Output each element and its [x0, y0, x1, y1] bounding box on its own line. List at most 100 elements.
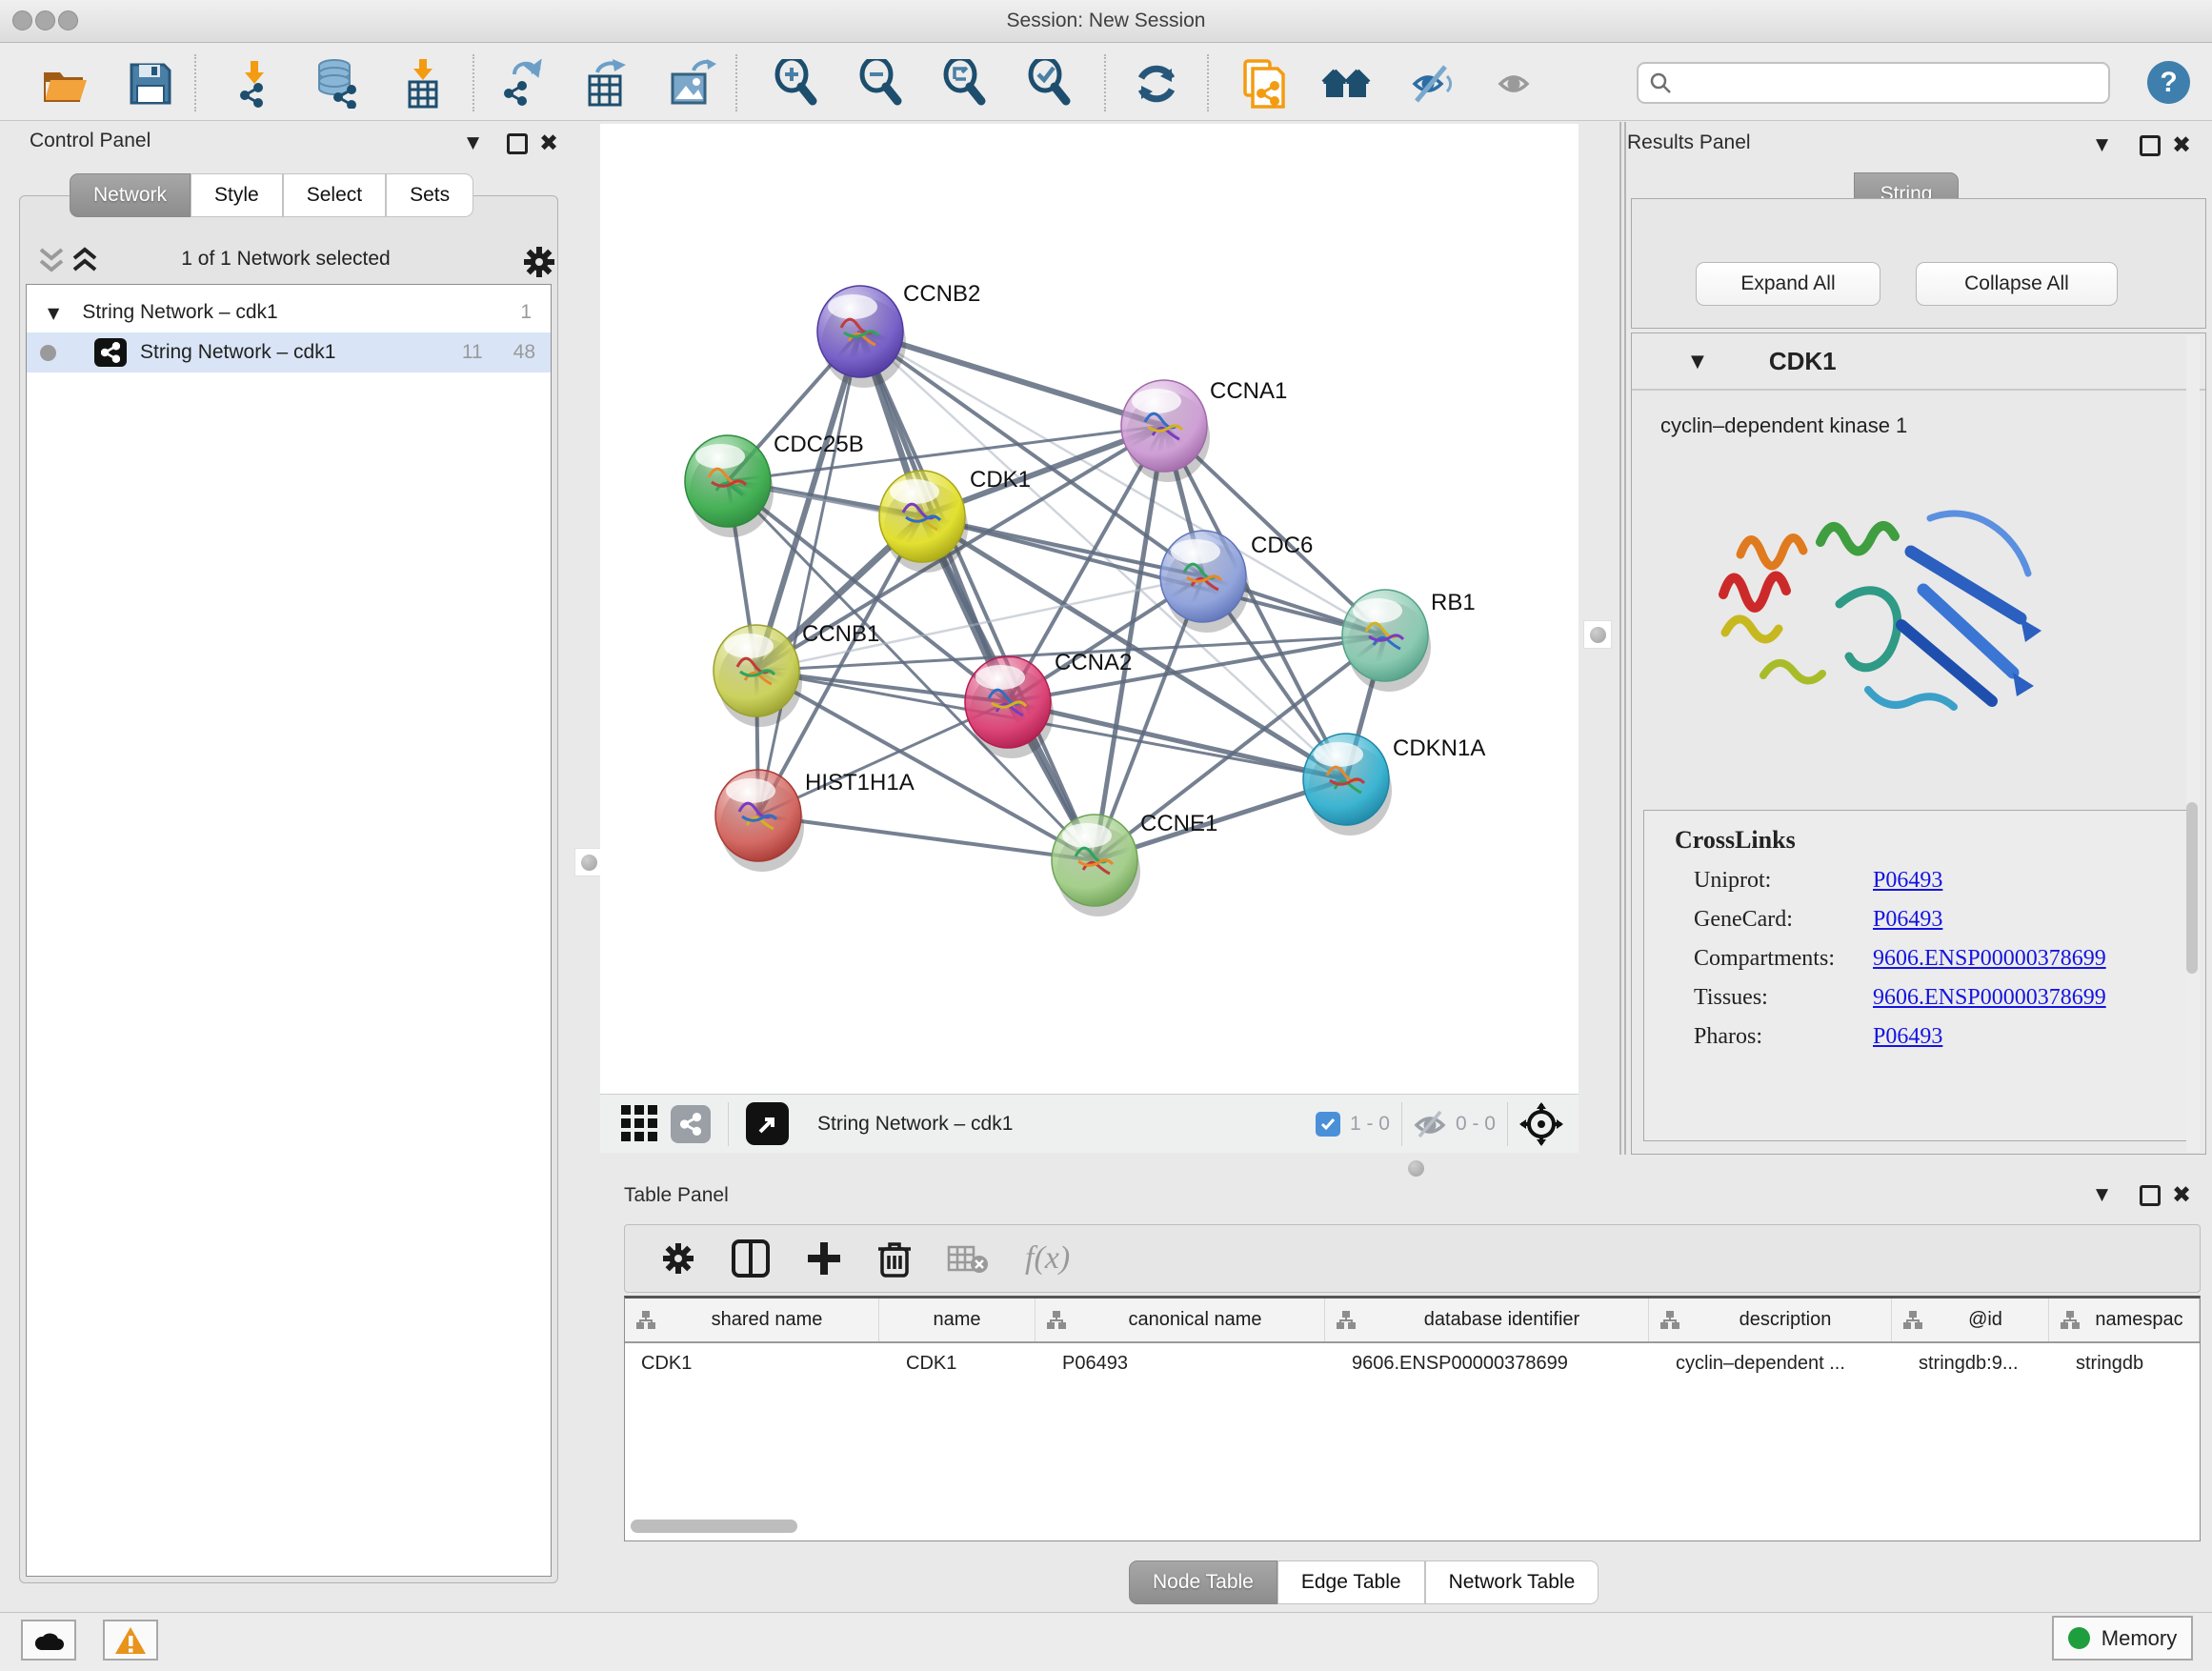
column-header-description[interactable]: description	[1649, 1299, 1892, 1341]
tab-sets[interactable]: Sets	[386, 173, 473, 217]
node-CCNB2[interactable]: CCNB2	[817, 281, 980, 388]
cloud-button[interactable]	[21, 1620, 76, 1661]
column-header-shared-name[interactable]: shared name	[625, 1299, 879, 1341]
gene-name: CDK1	[1769, 347, 1837, 376]
column-header-name[interactable]: name	[879, 1299, 1036, 1341]
cell-database-identifier[interactable]: 9606.ENSP00000378699	[1325, 1353, 1649, 1375]
table-panel-float-button[interactable]: ▼	[2096, 1185, 2108, 1204]
node-CCNA2[interactable]: CCNA2	[965, 650, 1132, 758]
table-horizontal-scrollbar[interactable]	[631, 1520, 2193, 1535]
network-row[interactable]: String Network – cdk1 11 48	[27, 332, 551, 372]
network-share-view-icon[interactable]	[671, 1105, 711, 1143]
open-session-icon[interactable]	[39, 59, 89, 109]
gene-collapse-icon[interactable]: ▼	[1691, 352, 1704, 372]
cell-description[interactable]: cyclin–dependent ...	[1649, 1353, 1892, 1375]
table-splitter-handle[interactable]	[1408, 1160, 1424, 1177]
window-title: Session: New Session	[0, 10, 2212, 32]
node-CCNE1[interactable]: CCNE1	[1052, 811, 1217, 916]
network-collection-row[interactable]: ▼ String Network – cdk1 1	[27, 292, 551, 332]
search-field[interactable]	[1637, 62, 2110, 104]
crosslink-link[interactable]: P06493	[1873, 907, 1942, 933]
show-columns-icon[interactable]	[732, 1239, 770, 1278]
table-panel-close-button[interactable]: ✖	[2172, 1181, 2191, 1208]
zoom-in-icon[interactable]	[774, 59, 824, 109]
delete-column-icon[interactable]	[878, 1239, 911, 1278]
tab-style[interactable]: Style	[191, 173, 283, 217]
cell-namespac[interactable]: stringdb	[2049, 1353, 2200, 1375]
tab-network-table[interactable]: Network Table	[1425, 1560, 1599, 1604]
table-options-gear-icon[interactable]	[661, 1241, 695, 1276]
column-header-@id[interactable]: @id	[1892, 1299, 2049, 1341]
control-panel-float-button[interactable]: ▼	[467, 133, 479, 152]
results-splitter[interactable]	[1619, 122, 1626, 1155]
save-session-icon[interactable]	[126, 59, 175, 109]
show-all-icon[interactable]	[1489, 59, 1538, 109]
crosslink-link[interactable]: P06493	[1873, 868, 1942, 894]
crosslink-link[interactable]: P06493	[1873, 1024, 1942, 1050]
import-network-icon[interactable]	[230, 59, 279, 109]
crosslink-link[interactable]: 9606.ENSP00000378699	[1873, 985, 2106, 1011]
edge-CDK1-RB1[interactable]	[922, 516, 1385, 635]
collapse-all-button[interactable]: Collapse All	[1916, 262, 2118, 306]
grid-view-icon[interactable]	[621, 1105, 659, 1143]
zoom-selected-icon[interactable]	[1028, 59, 1077, 109]
open-in-window-icon[interactable]	[746, 1102, 789, 1145]
birds-eye-view-icon[interactable]	[1519, 1102, 1563, 1146]
tab-edge-table[interactable]: Edge Table	[1277, 1560, 1425, 1604]
hide-selected-icon[interactable]	[1405, 59, 1455, 109]
export-table-icon[interactable]	[582, 59, 632, 109]
node-RB1[interactable]: RB1	[1342, 590, 1476, 692]
cell-shared-name[interactable]: CDK1	[625, 1353, 879, 1375]
selected-checkbox-icon[interactable]	[1316, 1112, 1340, 1137]
node-table[interactable]: shared namenamecanonical namedatabase id…	[624, 1296, 2201, 1541]
column-header-database-identifier[interactable]: database identifier	[1325, 1299, 1649, 1341]
results-panel-minimize-button[interactable]	[2140, 135, 2161, 156]
cell-canonical-name[interactable]: P06493	[1036, 1353, 1325, 1375]
node-CDC25B[interactable]: CDC25B	[685, 432, 864, 537]
node-CDKN1A[interactable]: CDKN1A	[1303, 734, 1485, 836]
zoom-fit-icon[interactable]	[943, 59, 993, 109]
left-splitter-handle[interactable]	[574, 848, 603, 876]
node-label-HIST1H1A: HIST1H1A	[805, 770, 915, 795]
add-column-icon[interactable]	[806, 1240, 842, 1277]
network-view-title: String Network – cdk1	[817, 1113, 1013, 1136]
collection-expand-icon[interactable]: ▼	[48, 304, 59, 322]
duplicate-network-icon[interactable]	[1239, 59, 1289, 109]
tab-node-table[interactable]: Node Table	[1129, 1560, 1277, 1604]
import-network-from-database-icon[interactable]	[313, 59, 363, 109]
cell-name[interactable]: CDK1	[879, 1353, 1036, 1375]
import-table-icon[interactable]	[398, 59, 448, 109]
table-row[interactable]: CDK1CDK1P064939606.ENSP00000378699cyclin…	[625, 1343, 2200, 1383]
results-scrollbar[interactable]	[2186, 335, 2200, 1152]
results-panel-close-button[interactable]: ✖	[2172, 131, 2191, 158]
column-header-canonical-name[interactable]: canonical name	[1036, 1299, 1325, 1341]
export-network-icon[interactable]	[497, 59, 547, 109]
warning-icon	[114, 1626, 147, 1655]
edge-HIST1H1A-CCNE1[interactable]	[758, 815, 1095, 860]
network-options-gear-icon[interactable]	[522, 245, 556, 279]
results-panel-float-button[interactable]: ▼	[2096, 135, 2108, 154]
expand-all-button[interactable]: Expand All	[1696, 262, 1880, 306]
table-panel-minimize-button[interactable]	[2140, 1185, 2161, 1206]
right-splitter-handle[interactable]	[1583, 620, 1612, 649]
expand-all-tree-icon[interactable]	[70, 246, 99, 281]
memory-button[interactable]: Memory	[2052, 1616, 2193, 1661]
node-HIST1H1A[interactable]: HIST1H1A	[715, 770, 915, 872]
control-panel-minimize-button[interactable]	[507, 133, 528, 154]
control-panel-close-button[interactable]: ✖	[539, 130, 558, 156]
column-header-namespac[interactable]: namespac	[2049, 1299, 2200, 1341]
homes-icon[interactable]	[1321, 59, 1371, 109]
tab-network[interactable]: Network	[70, 173, 191, 217]
export-image-icon[interactable]	[667, 59, 716, 109]
refresh-icon[interactable]	[1132, 59, 1181, 109]
warnings-button[interactable]	[103, 1620, 158, 1661]
zoom-out-icon[interactable]	[859, 59, 909, 109]
edge-CCNA2-CDKN1A[interactable]	[1008, 702, 1346, 779]
help-button[interactable]: ?	[2147, 61, 2190, 104]
collapse-all-tree-icon[interactable]	[37, 246, 66, 281]
tab-select[interactable]: Select	[283, 173, 386, 217]
crosslink-link[interactable]: 9606.ENSP00000378699	[1873, 946, 2106, 972]
network-canvas[interactable]: CCNB2CCNA1CDC25BCDK1CDC6RB1CCNB1CCNA2CDK…	[600, 124, 1579, 1094]
gene-section-header[interactable]: ▼ CDK1	[1632, 333, 2205, 391]
cell-@id[interactable]: stringdb:9...	[1892, 1353, 2049, 1375]
